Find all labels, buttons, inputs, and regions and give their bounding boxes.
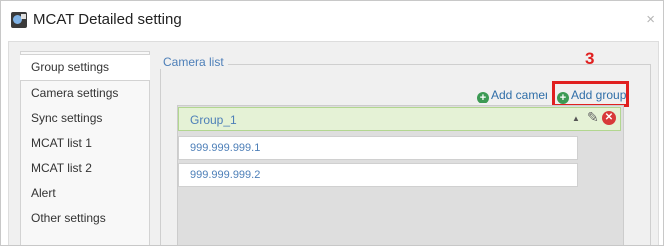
sidebar-item-sync-settings[interactable]: Sync settings	[21, 106, 149, 131]
pencil-icon[interactable]: ✎	[587, 109, 599, 126]
highlight-box	[552, 81, 629, 107]
close-icon[interactable]: ×	[646, 11, 655, 28]
sidebar-item-group-settings[interactable]: Group settings	[20, 54, 150, 81]
sidebar-item-camera-settings[interactable]: Camera settings	[21, 81, 149, 106]
step-number-label: 3	[585, 49, 595, 68]
group-name: Group_1	[190, 113, 237, 127]
settings-sidebar: Group settings Camera settings Sync sett…	[20, 51, 150, 245]
window-title: MCAT Detailed setting	[33, 11, 182, 28]
settings-window: MCAT Detailed setting × Group settings C…	[0, 0, 664, 246]
caret-up-icon[interactable]: ▲	[572, 114, 580, 123]
delete-circle-icon[interactable]: ✕	[602, 111, 616, 125]
app-icon	[11, 12, 27, 28]
camera-list-legend: Camera list	[159, 55, 228, 69]
camera-row[interactable]: 999.999.999.1	[178, 136, 578, 160]
title-bar: MCAT Detailed setting ×	[1, 1, 663, 39]
plus-circle-icon: +	[477, 92, 489, 103]
add-camera-label: Add camera	[491, 88, 547, 102]
sidebar-item-other-settings[interactable]: Other settings	[21, 206, 149, 231]
add-camera-button[interactable]: +Add camera	[477, 87, 547, 103]
sidebar-item-mcat-list-1[interactable]: MCAT list 1	[21, 131, 149, 156]
sidebar-item-alert[interactable]: Alert	[21, 181, 149, 206]
camera-row[interactable]: 999.999.999.2	[178, 163, 578, 187]
sidebar-item-mcat-list-2[interactable]: MCAT list 2	[21, 156, 149, 181]
group-row[interactable]: Group_1 ▲ ✎ ✕	[178, 107, 621, 131]
